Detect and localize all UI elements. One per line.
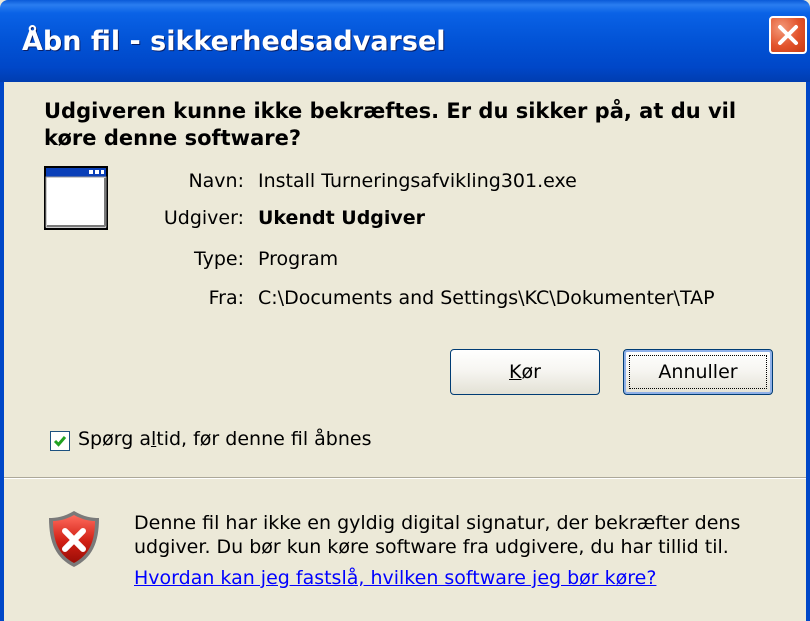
- info-text: Denne fil har ikke en gyldig digital sig…: [134, 512, 741, 558]
- run-label-post: ør: [521, 361, 541, 383]
- window-title: Åbn fil - sikkerhedsadvarsel: [22, 26, 446, 57]
- name-value: Install Turneringsafvikling301.exe: [258, 170, 577, 192]
- warning-shield-icon: [49, 511, 99, 567]
- security-warning-dialog: Åbn fil - sikkerhedsadvarsel Udgiveren k…: [0, 0, 810, 621]
- checkmark-icon: [53, 436, 67, 447]
- always-ask-label[interactable]: Spørg altid, før denne fil åbnes: [78, 428, 371, 450]
- title-bar[interactable]: Åbn fil - sikkerhedsadvarsel: [0, 0, 810, 82]
- close-button[interactable]: [769, 16, 807, 54]
- publisher-value: Ukendt Udgiver: [258, 207, 426, 229]
- name-label: Navn:: [188, 170, 244, 192]
- window-frame-right: [806, 82, 810, 621]
- run-label-accel: K: [509, 361, 522, 383]
- publisher-label: Udgiver:: [163, 207, 244, 229]
- close-icon: [778, 25, 798, 45]
- always-ask-checkbox[interactable]: [50, 431, 70, 451]
- cancel-focus-ring: [629, 355, 767, 389]
- type-label: Type:: [193, 248, 244, 270]
- checkbox-label-pre: Spørg a: [78, 428, 151, 450]
- from-value: C:\Documents and Settings\KC\Dokumenter\…: [258, 287, 715, 309]
- run-button-label: Kør: [509, 361, 541, 383]
- checkbox-label-post: tid, før denne fil åbnes: [156, 428, 372, 450]
- type-value: Program: [258, 248, 339, 270]
- from-label: Fra:: [208, 287, 244, 309]
- run-button[interactable]: Kør: [450, 349, 600, 395]
- warning-headline: Udgiveren kunne ikke bekræftes. Er du si…: [44, 99, 737, 150]
- help-link[interactable]: Hvordan kan jeg fastslå, hvilken softwar…: [134, 567, 656, 589]
